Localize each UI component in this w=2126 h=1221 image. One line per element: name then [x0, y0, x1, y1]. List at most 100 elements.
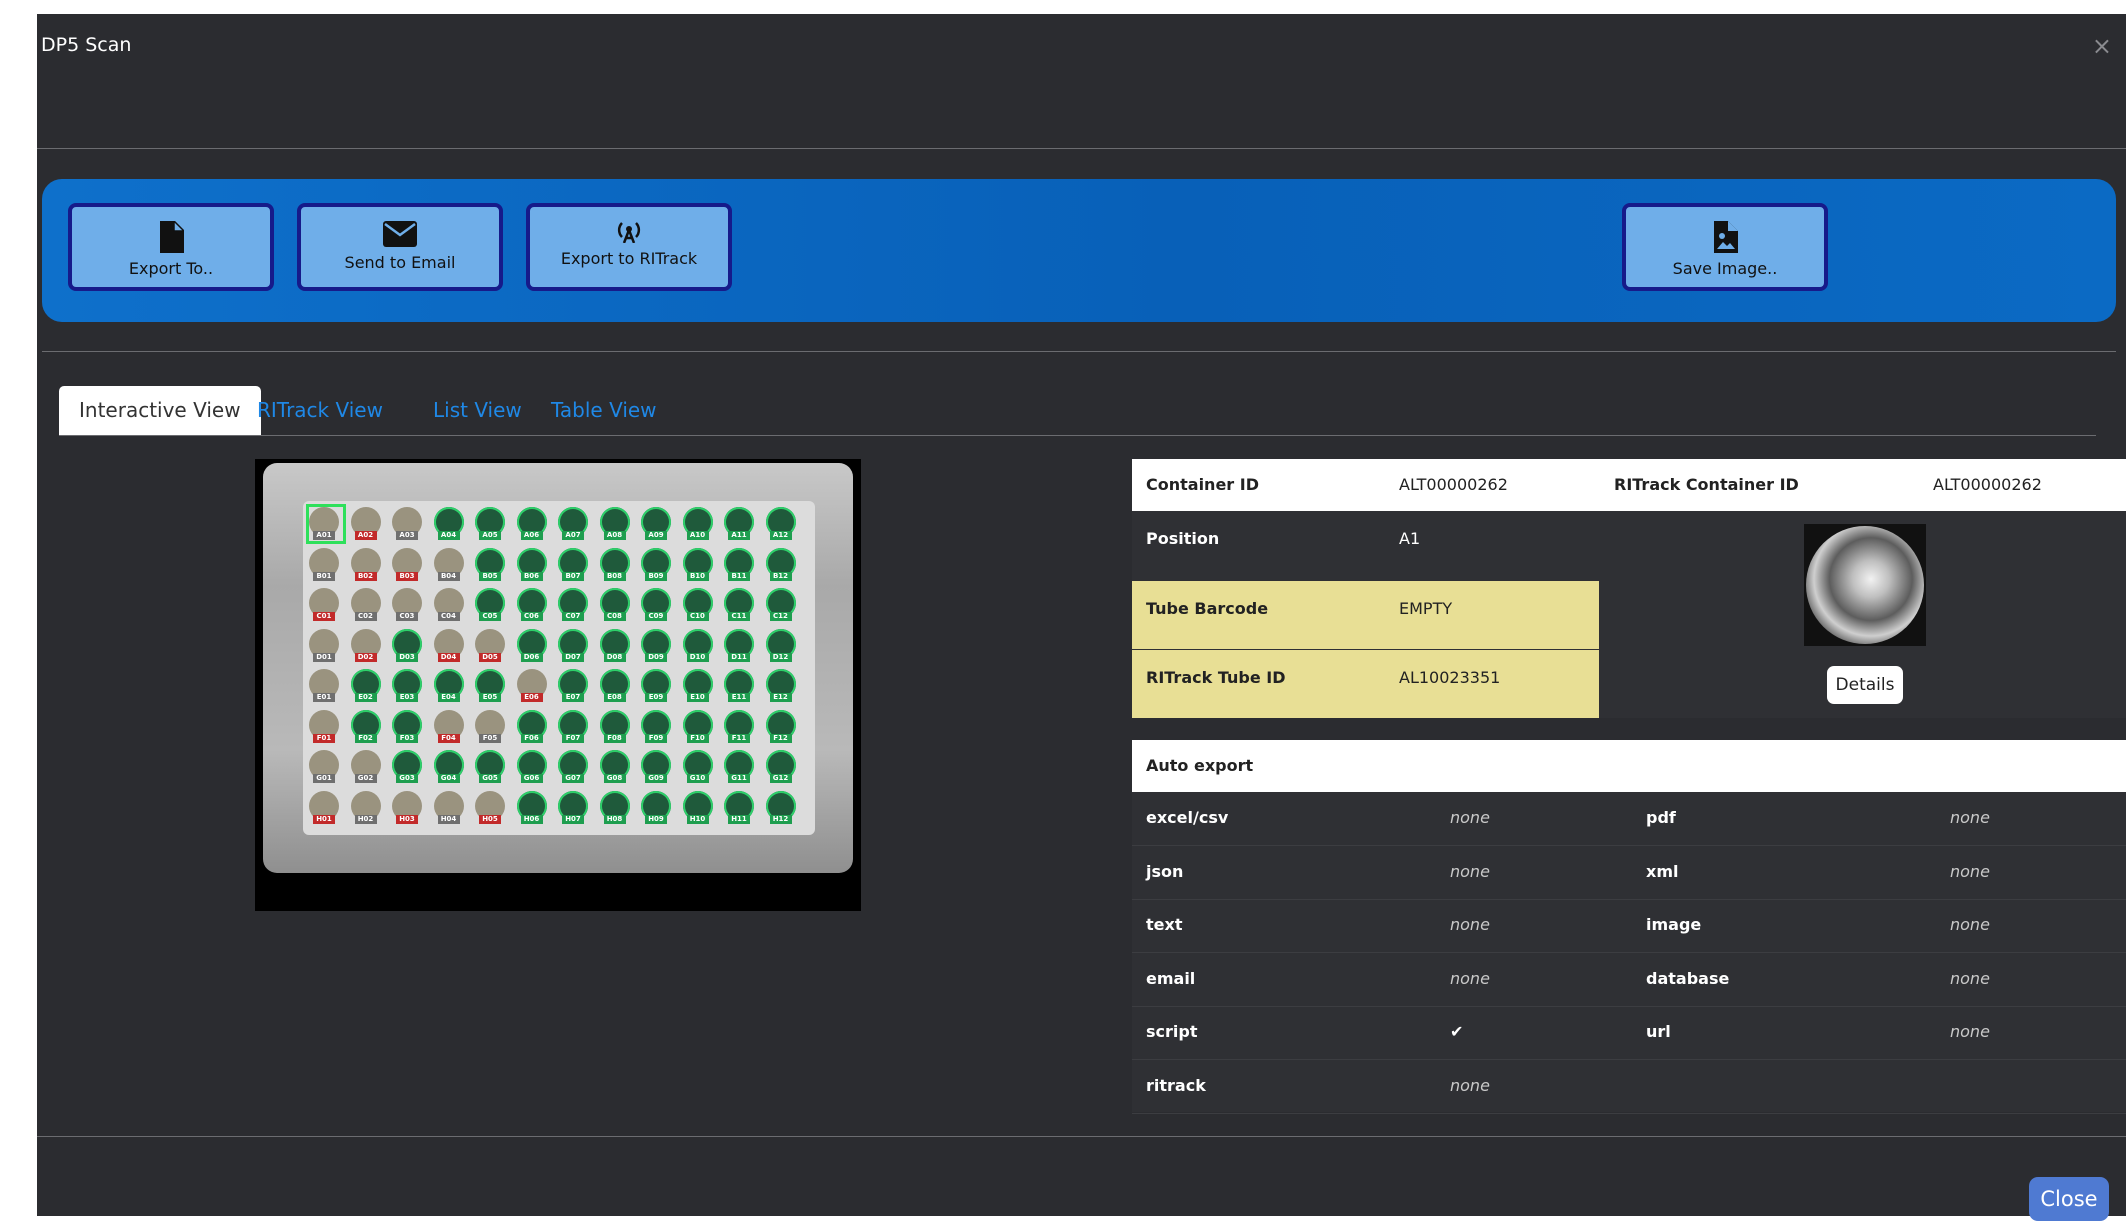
well-label: G09 [645, 774, 667, 783]
auto-export-row: excel/csv none pdf none [1132, 792, 2126, 846]
well-label: H09 [645, 814, 667, 824]
well-label: E06 [520, 693, 543, 702]
well-label: G04 [437, 774, 460, 783]
well-label: B04 [437, 571, 460, 581]
well-label: C06 [520, 612, 543, 621]
close-button[interactable]: Close [2029, 1177, 2109, 1221]
tab-divider [59, 435, 2096, 436]
well-label: D09 [645, 652, 667, 662]
header-divider [37, 148, 2126, 149]
auto-export-value: none [1450, 968, 1490, 988]
tab-ritrack-view[interactable]: RITrack View [257, 386, 383, 435]
auto-export-value: none [1950, 1022, 1990, 1041]
well-label: A03 [396, 531, 418, 540]
well-label: A02 [354, 531, 377, 540]
well-label: C07 [562, 612, 584, 621]
export-to-ritrack-button[interactable]: Export to RITrack [526, 203, 732, 291]
tube-barcode-value: EMPTY [1399, 599, 1453, 618]
export-to-button[interactable]: Export To.. [68, 203, 274, 291]
well-label: B06 [520, 571, 543, 581]
details-button[interactable]: Details [1827, 666, 1903, 704]
well-label: A11 [728, 531, 750, 540]
envelope-icon [383, 221, 417, 247]
scan-dialog: DP5 Scan × Export To.. Send to Email Exp… [37, 14, 2126, 1221]
auto-export-value: none [1450, 808, 1490, 827]
selected-well-marker [306, 504, 346, 544]
auto-export-label: pdf [1646, 808, 1676, 827]
well-label: F06 [520, 733, 543, 743]
well-label: G01 [313, 774, 335, 783]
dialog-title: DP5 Scan [41, 34, 132, 56]
well-label: C02 [354, 612, 377, 621]
well-label: H06 [520, 814, 543, 824]
well-label: B08 [603, 571, 626, 581]
well-label: B10 [686, 571, 709, 581]
well-label: D04 [437, 652, 460, 662]
well-label: G10 [686, 774, 709, 783]
auto-export-label: database [1646, 968, 1730, 988]
well-label: E10 [686, 693, 709, 702]
well-label: D05 [479, 652, 501, 662]
well-label: B03 [396, 571, 418, 581]
well-label: B09 [645, 571, 667, 581]
well-label: E02 [354, 693, 377, 702]
well-label: A06 [520, 531, 543, 540]
export-to-label: Export To.. [128, 259, 214, 278]
tab-interactive-view[interactable]: Interactive View [59, 386, 261, 435]
well-label: D11 [728, 652, 750, 662]
save-image-button[interactable]: Save Image.. [1622, 203, 1828, 291]
well-label: E11 [728, 693, 750, 702]
action-toolbar: Export To.. Send to Email Export to RITr… [42, 179, 2116, 322]
auto-export-label: image [1646, 915, 1702, 934]
auto-export-label: text [1146, 915, 1183, 934]
auto-export-value: none [1450, 861, 1490, 881]
well-label: G06 [520, 774, 543, 783]
well-label: D02 [354, 652, 377, 662]
container-id-value: ALT00000262 [1399, 475, 1508, 494]
well-label: A08 [603, 531, 626, 540]
auto-export-label: url [1646, 1022, 1671, 1041]
well-label: C08 [603, 612, 626, 621]
well-label: H05 [479, 814, 501, 824]
well-label: C03 [396, 612, 418, 621]
well-label: F12 [769, 733, 792, 743]
well-label: H11 [728, 814, 750, 824]
antenna-icon [617, 222, 641, 243]
well-label: H10 [686, 814, 709, 824]
well-label: D06 [520, 652, 543, 662]
toolbar-divider [42, 351, 2116, 352]
well-label: D12 [769, 652, 792, 662]
well-label: H03 [396, 814, 418, 824]
well-label: E05 [479, 693, 501, 702]
well-label: B11 [728, 571, 750, 581]
well-label: F03 [396, 733, 418, 743]
ritrack-tube-id-row: RITrack Tube ID AL10023351 [1132, 650, 1599, 718]
well-label: F01 [313, 733, 335, 743]
well-label: D10 [686, 652, 709, 662]
well-label: G02 [354, 774, 377, 783]
auto-export-header: Auto export [1132, 740, 2126, 792]
well-label: C09 [645, 612, 667, 621]
ritrack-container-id-label: RITrack Container ID [1614, 475, 1799, 494]
container-id-label: Container ID [1146, 475, 1259, 494]
tab-table-view[interactable]: Table View [551, 386, 657, 435]
well-label: A05 [479, 531, 501, 540]
auto-export-label: ritrack [1146, 1075, 1206, 1095]
well-label: E09 [645, 693, 667, 702]
close-icon[interactable]: × [2092, 34, 2112, 58]
auto-export-title: Auto export [1146, 756, 1254, 775]
well-label: C04 [437, 612, 460, 621]
well-label: H02 [354, 814, 377, 824]
auto-export-row: email none database none [1132, 953, 2126, 1007]
well-label: D01 [313, 652, 335, 662]
container-id-row: Container ID ALT00000262 RITrack Contain… [1132, 459, 2126, 511]
auto-export-value: ✔ [1450, 1022, 1464, 1041]
well-label: H01 [313, 814, 335, 824]
auto-export-value: none [1950, 968, 1990, 988]
well-label: B02 [354, 571, 377, 581]
tube-barcode-label: Tube Barcode [1146, 599, 1269, 618]
well-label: E12 [769, 693, 792, 702]
tab-list-view[interactable]: List View [433, 386, 522, 435]
well-label: A09 [645, 531, 667, 540]
send-to-email-button[interactable]: Send to Email [297, 203, 503, 291]
